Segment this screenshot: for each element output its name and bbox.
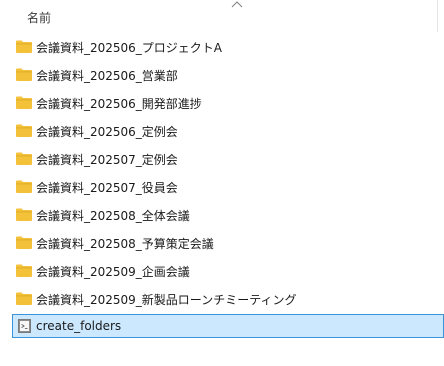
folder-icon [16, 292, 32, 305]
folder-name: 会議資料_202506_プロジェクトA [36, 41, 223, 55]
folder-row[interactable]: 会議資料_202507_定例会 [0, 144, 444, 172]
script-file-icon [18, 319, 31, 333]
folder-icon [16, 40, 32, 53]
folder-name: 会議資料_202508_全体会議 [36, 209, 190, 223]
folder-name: 会議資料_202509_新製品ローンチミーティング [36, 293, 297, 307]
folder-row[interactable]: 会議資料_202506_営業部 [0, 60, 444, 88]
folder-name: 会議資料_202506_定例会 [36, 125, 178, 139]
folder-icon [16, 236, 32, 249]
chevron-up-icon[interactable] [231, 0, 243, 8]
folder-name: 会議資料_202508_予算策定会議 [36, 237, 214, 251]
folder-name: 会議資料_202507_定例会 [36, 153, 178, 167]
folder-row[interactable]: 会議資料_202506_開発部進捗 [0, 88, 444, 116]
folder-icon [16, 264, 32, 277]
folder-name: 会議資料_202507_役員会 [36, 181, 178, 195]
folder-row[interactable]: 会議資料_202509_企画会議 [0, 256, 444, 284]
folder-name: 会議資料_202506_開発部進捗 [36, 97, 202, 111]
folder-icon [16, 152, 32, 165]
folder-row[interactable]: 会議資料_202506_定例会 [0, 116, 444, 144]
file-name: create_folders [36, 319, 122, 333]
file-list: 会議資料_202506_プロジェクトA 会議資料_202506_営業部 会議資料… [0, 32, 444, 338]
folder-icon [16, 180, 32, 193]
folder-icon [16, 68, 32, 81]
folder-row[interactable]: 会議資料_202507_役員会 [0, 172, 444, 200]
column-header: 名前 [0, 0, 444, 32]
folder-icon [16, 124, 32, 137]
folder-icon [16, 96, 32, 109]
selected-file-row[interactable]: create_folders [12, 314, 444, 338]
column-divider[interactable] [437, 0, 438, 32]
name-column-header[interactable]: 名前 [27, 9, 51, 26]
folder-icon [16, 208, 32, 221]
folder-name: 会議資料_202506_営業部 [36, 69, 178, 83]
folder-row[interactable]: 会議資料_202508_予算策定会議 [0, 228, 444, 256]
folder-row[interactable]: 会議資料_202508_全体会議 [0, 200, 444, 228]
folder-name: 会議資料_202509_企画会議 [36, 265, 190, 279]
folder-row[interactable]: 会議資料_202506_プロジェクトA [0, 32, 444, 60]
folder-row[interactable]: 会議資料_202509_新製品ローンチミーティング [0, 284, 444, 312]
